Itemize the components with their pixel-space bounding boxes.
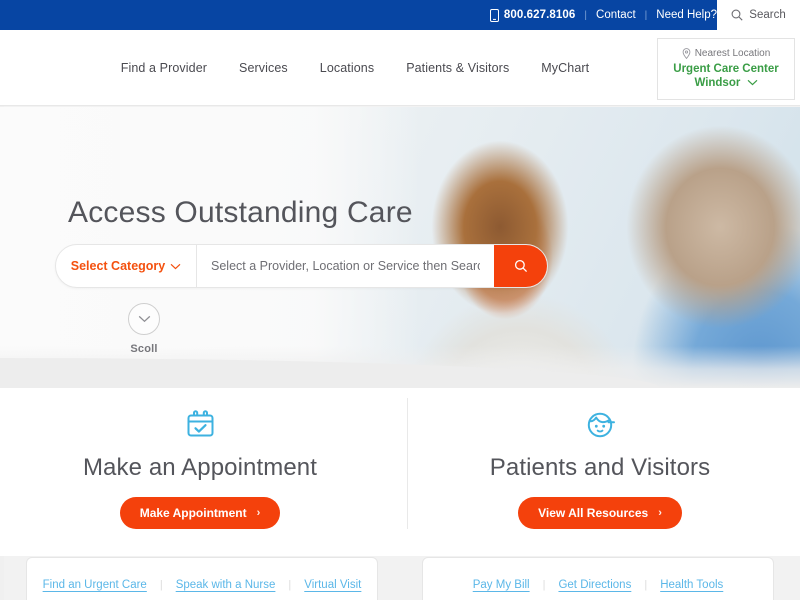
view-all-resources-button[interactable]: View All Resources › bbox=[518, 497, 682, 529]
select-category-dropdown[interactable]: Select Category bbox=[56, 245, 197, 287]
chevron-down-icon bbox=[747, 80, 757, 86]
main-navigation: Find a Provider Services Locations Patie… bbox=[0, 30, 800, 106]
search-icon bbox=[731, 9, 743, 21]
make-appointment-button[interactable]: Make Appointment › bbox=[119, 497, 281, 529]
nearest-location-name-line1: Urgent Care Center bbox=[673, 62, 779, 75]
quick-link-pay-my-bill[interactable]: Pay My Bill bbox=[473, 579, 530, 591]
nearest-location-name: Urgent Care Center Windsor bbox=[673, 62, 778, 91]
quick-link-speak-with-a-nurse[interactable]: Speak with a Nurse bbox=[176, 579, 276, 591]
chevron-right-icon: › bbox=[658, 507, 662, 519]
header-search-label: Search bbox=[749, 9, 786, 21]
utility-links: 800.627.8106 | Contact | Need Help? bbox=[489, 0, 717, 30]
promo-card-patients-and-visitors: Patients and Visitors View All Resources… bbox=[400, 388, 800, 556]
contact-link[interactable]: Contact bbox=[596, 9, 636, 21]
quick-link-separator: | bbox=[542, 579, 546, 591]
nav-item-mychart[interactable]: MyChart bbox=[541, 61, 589, 75]
scroll-label: Scoll bbox=[130, 343, 158, 355]
hero-search-bar: Select Category bbox=[55, 244, 548, 288]
quick-link-health-tools[interactable]: Health Tools bbox=[660, 579, 723, 591]
hero-search-input[interactable] bbox=[197, 245, 494, 287]
promo-divider bbox=[407, 398, 408, 529]
quick-links-row: Find an Urgent Care | Speak with a Nurse… bbox=[0, 557, 800, 600]
topbar-separator-1: | bbox=[584, 9, 588, 21]
nav-item-patients-and-visitors[interactable]: Patients & Visitors bbox=[406, 61, 509, 75]
chevron-right-icon: › bbox=[256, 507, 261, 519]
phone-number[interactable]: 800.627.8106 bbox=[489, 8, 576, 22]
promo-title-make-an-appointment: Make an Appointment bbox=[82, 454, 318, 481]
promo-title-patients-and-visitors: Patients and Visitors bbox=[489, 454, 711, 481]
select-category-label: Select Category bbox=[70, 259, 166, 273]
header-search-button[interactable]: Search bbox=[717, 0, 800, 30]
nav-item-locations[interactable]: Locations bbox=[320, 61, 374, 75]
phone-number-label: 800.627.8106 bbox=[503, 9, 576, 21]
nav-item-services[interactable]: Services bbox=[239, 61, 288, 75]
quick-links-card-right: Pay My Bill | Get Directions | Health To… bbox=[422, 557, 774, 600]
search-icon bbox=[514, 259, 527, 273]
patient-face-icon bbox=[585, 407, 616, 441]
quick-link-get-directions[interactable]: Get Directions bbox=[558, 579, 631, 591]
quick-link-separator: | bbox=[644, 579, 648, 591]
view-all-resources-button-label: View All Resources bbox=[538, 506, 649, 520]
quick-links-card-left: Find an Urgent Care | Speak with a Nurse… bbox=[26, 557, 378, 600]
mobile-phone-icon bbox=[489, 8, 499, 22]
nav-item-find-a-provider[interactable]: Find a Provider bbox=[121, 61, 207, 75]
nearest-location-selector[interactable]: Nearest Location Urgent Care Center Wind… bbox=[657, 38, 795, 100]
nearest-location-label: Nearest Location bbox=[694, 47, 771, 59]
topbar-separator-2: | bbox=[644, 9, 648, 21]
promo-section: Make an Appointment Make Appointment › P… bbox=[0, 388, 800, 556]
hero-search-submit-button[interactable] bbox=[494, 245, 547, 287]
chevron-down-icon bbox=[138, 315, 150, 323]
hero-banner: Access Outstanding Care Select Category bbox=[0, 107, 800, 388]
make-appointment-button-label: Make Appointment bbox=[139, 506, 247, 520]
chevron-down-icon bbox=[170, 263, 181, 269]
need-help-link[interactable]: Need Help? bbox=[656, 9, 717, 21]
hero-title: Access Outstanding Care bbox=[68, 196, 413, 229]
calendar-check-icon bbox=[185, 407, 216, 441]
scroll-indicator[interactable]: Scoll bbox=[108, 303, 180, 355]
page-root: 800.627.8106 | Contact | Need Help? Sear… bbox=[0, 0, 800, 600]
utility-topbar: 800.627.8106 | Contact | Need Help? bbox=[0, 0, 800, 30]
quick-link-find-an-urgent-care[interactable]: Find an Urgent Care bbox=[43, 579, 147, 591]
quick-link-virtual-visit[interactable]: Virtual Visit bbox=[304, 579, 361, 591]
quick-link-separator: | bbox=[159, 579, 163, 591]
nearest-location-name-line2: Windsor bbox=[694, 77, 741, 89]
quick-link-separator: | bbox=[288, 579, 292, 591]
map-pin-icon bbox=[682, 47, 691, 59]
scroll-circle bbox=[128, 303, 160, 335]
promo-card-make-an-appointment: Make an Appointment Make Appointment › bbox=[0, 388, 400, 556]
nearest-location-header: Nearest Location bbox=[682, 47, 771, 59]
